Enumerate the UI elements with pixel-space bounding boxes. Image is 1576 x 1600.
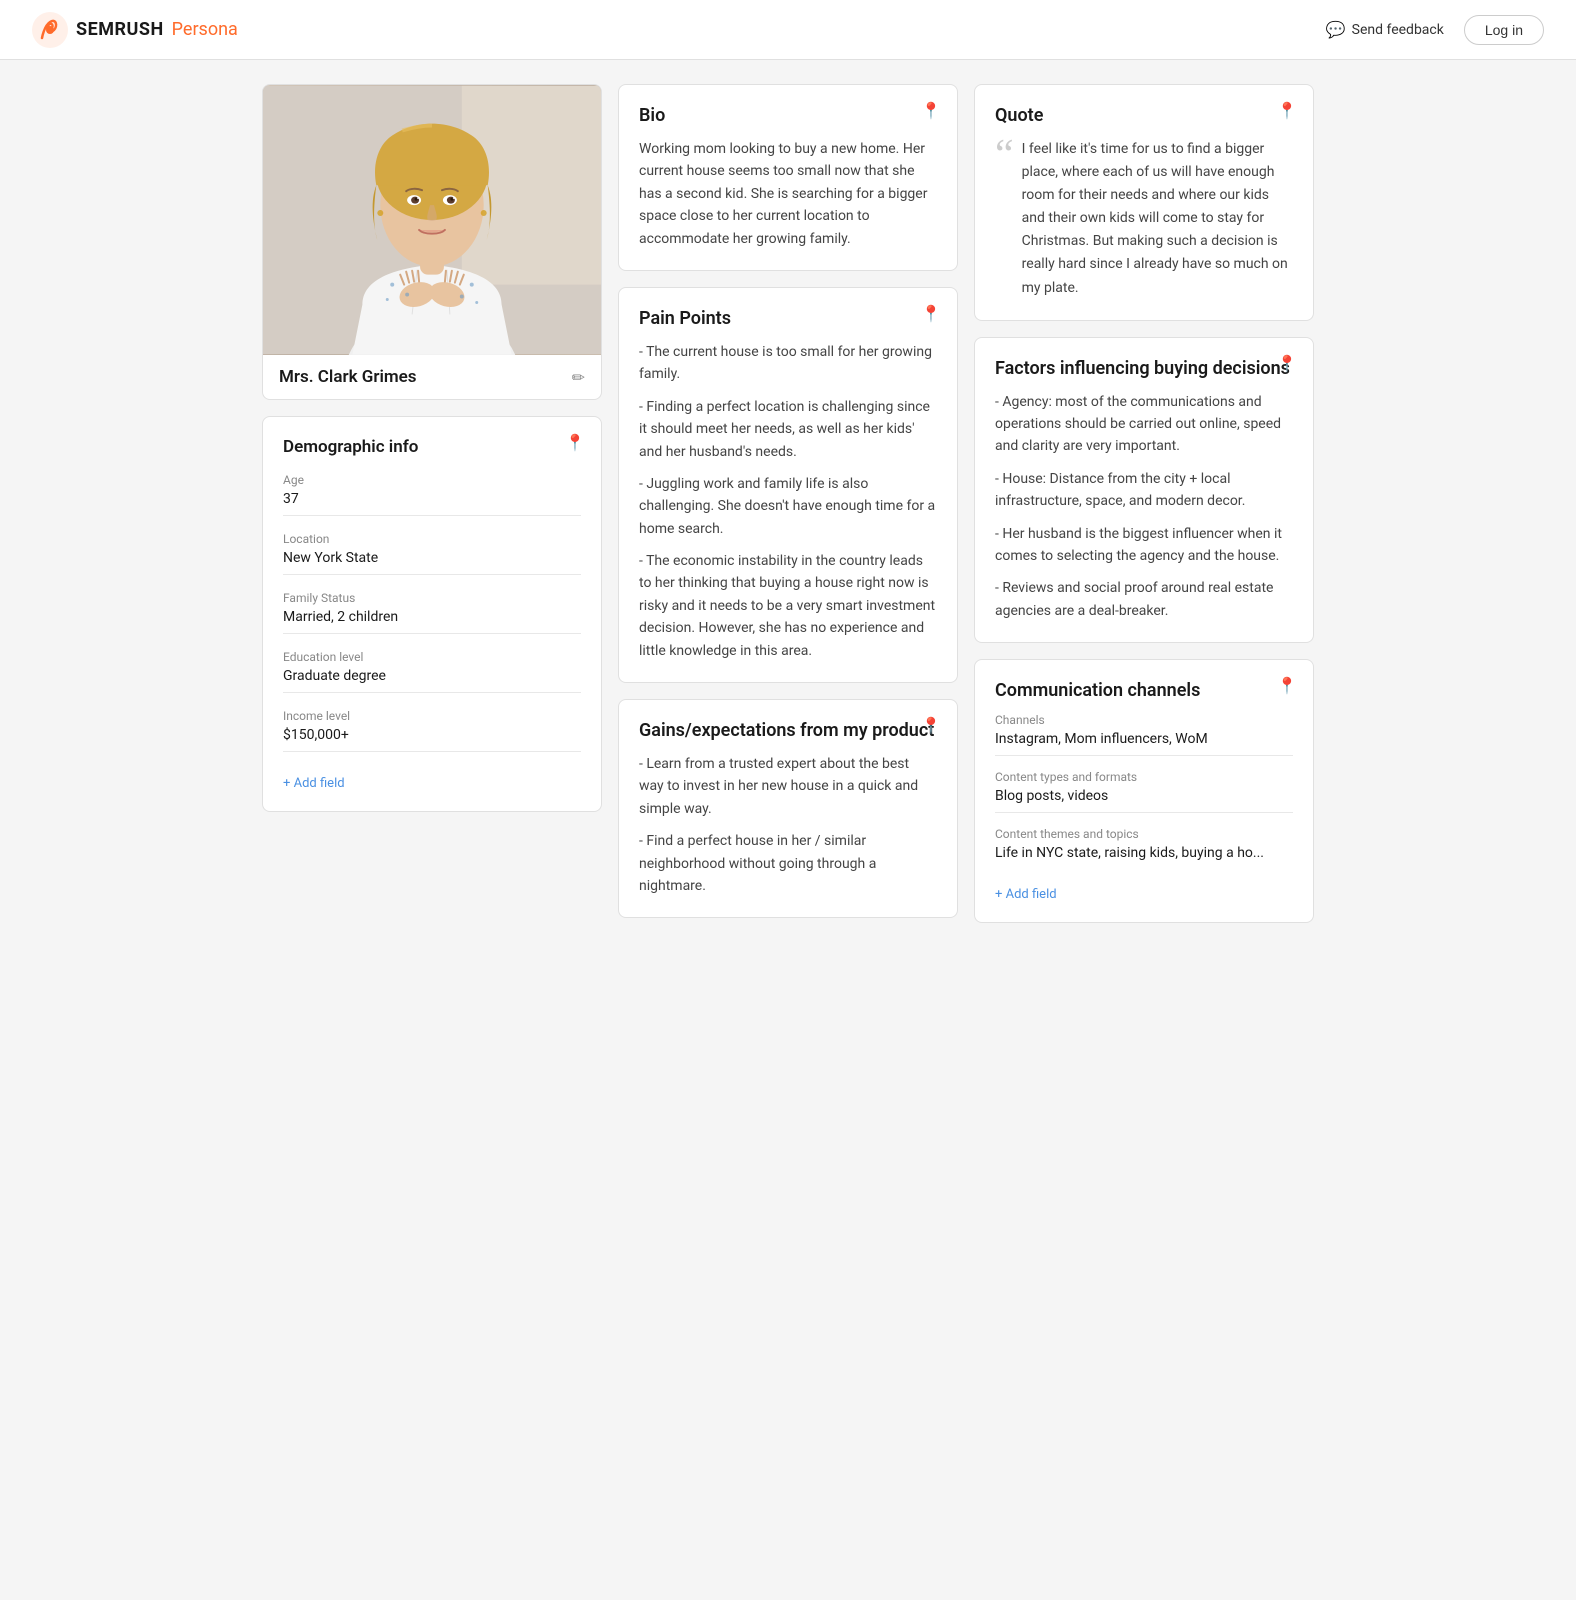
quote-card: 📍 Quote “ I feel like it's time for us t… bbox=[974, 84, 1314, 321]
logo-brand: SEMRUSH bbox=[76, 19, 164, 40]
demo-field-income: Income level $150,000+ bbox=[283, 709, 581, 752]
pin-icon[interactable]: 📍 bbox=[565, 433, 585, 452]
factors-card: 📍 Factors influencing buying decisions -… bbox=[974, 337, 1314, 644]
left-column: Mrs. Clark Grimes ✏ 📍 Demographic info A… bbox=[262, 84, 602, 923]
gains-item-2: - Find a perfect house in her / similar … bbox=[639, 830, 937, 897]
right-column: 📍 Quote “ I feel like it's time for us t… bbox=[974, 84, 1314, 923]
demo-field-family: Family Status Married, 2 children bbox=[283, 591, 581, 634]
demographic-card: 📍 Demographic info Age 37 Location New Y… bbox=[262, 416, 602, 812]
channel-label-themes: Content themes and topics bbox=[995, 827, 1293, 841]
demo-value-location: New York State bbox=[283, 550, 581, 575]
bio-body: Working mom looking to buy a new home. H… bbox=[639, 138, 937, 250]
pain-item-2: - Finding a perfect location is challeng… bbox=[639, 396, 937, 463]
demo-value-family: Married, 2 children bbox=[283, 609, 581, 634]
add-channel-field-button[interactable]: + Add field bbox=[995, 887, 1057, 902]
demographic-title: Demographic info bbox=[283, 437, 581, 457]
send-feedback-link[interactable]: 💬 Send feedback bbox=[1326, 20, 1444, 39]
gains-card: 📍 Gains/expectations from my product - L… bbox=[618, 699, 958, 918]
channels-pin-icon[interactable]: 📍 bbox=[1277, 676, 1297, 695]
demo-label-age: Age bbox=[283, 473, 581, 487]
profile-name: Mrs. Clark Grimes bbox=[279, 367, 417, 387]
channel-field-content-types: Content types and formats Blog posts, vi… bbox=[995, 770, 1293, 813]
bio-card: 📍 Bio Working mom looking to buy a new h… bbox=[618, 84, 958, 271]
gains-pin-icon[interactable]: 📍 bbox=[921, 716, 941, 735]
middle-column: 📍 Bio Working mom looking to buy a new h… bbox=[618, 84, 958, 923]
profile-card: Mrs. Clark Grimes ✏ bbox=[262, 84, 602, 400]
factor-item-2: - House: Distance from the city + local … bbox=[995, 468, 1293, 513]
demo-field-education: Education level Graduate degree bbox=[283, 650, 581, 693]
factor-item-4: - Reviews and social proof around real e… bbox=[995, 577, 1293, 622]
pain-points-card: 📍 Pain Points - The current house is too… bbox=[618, 287, 958, 683]
pain-points-body: - The current house is too small for her… bbox=[639, 341, 937, 662]
send-feedback-label: Send feedback bbox=[1352, 22, 1444, 38]
gains-item-1: - Learn from a trusted expert about the … bbox=[639, 753, 937, 820]
demo-field-age: Age 37 bbox=[283, 473, 581, 516]
pain-item-1: - The current house is too small for her… bbox=[639, 341, 937, 386]
bio-title: Bio bbox=[639, 105, 937, 126]
channel-label-content-types: Content types and formats bbox=[995, 770, 1293, 784]
channel-field-themes: Content themes and topics Life in NYC st… bbox=[995, 827, 1293, 861]
login-button[interactable]: Log in bbox=[1464, 15, 1544, 45]
factors-title: Factors influencing buying decisions bbox=[995, 358, 1293, 379]
factor-item-3: - Her husband is the biggest influencer … bbox=[995, 523, 1293, 568]
demo-value-age: 37 bbox=[283, 491, 581, 516]
profile-name-row: Mrs. Clark Grimes ✏ bbox=[263, 355, 601, 399]
pain-points-title: Pain Points bbox=[639, 308, 937, 329]
edit-icon[interactable]: ✏ bbox=[572, 368, 585, 387]
quote-pin-icon[interactable]: 📍 bbox=[1277, 101, 1297, 120]
quote-title: Quote bbox=[995, 105, 1293, 126]
pain-item-3: - Juggling work and family life is also … bbox=[639, 473, 937, 540]
pain-item-4: - The economic instability in the countr… bbox=[639, 550, 937, 662]
channel-value-content-types: Blog posts, videos bbox=[995, 788, 1293, 813]
quote-body: I feel like it's time for us to find a b… bbox=[1022, 138, 1293, 300]
demo-value-education: Graduate degree bbox=[283, 668, 581, 693]
demo-label-family: Family Status bbox=[283, 591, 581, 605]
add-demographic-field-button[interactable]: + Add field bbox=[283, 776, 345, 791]
demo-field-location: Location New York State bbox=[283, 532, 581, 575]
profile-image bbox=[263, 85, 601, 355]
gains-body: - Learn from a trusted expert about the … bbox=[639, 753, 937, 897]
factors-body: - Agency: most of the communications and… bbox=[995, 391, 1293, 623]
demo-label-income: Income level bbox=[283, 709, 581, 723]
header-right: 💬 Send feedback Log in bbox=[1326, 15, 1544, 45]
channel-value-channels: Instagram, Mom influencers, WoM bbox=[995, 731, 1293, 756]
demo-label-education: Education level bbox=[283, 650, 581, 664]
factors-pin-icon[interactable]: 📍 bbox=[1277, 354, 1297, 373]
factor-item-1: - Agency: most of the communications and… bbox=[995, 391, 1293, 458]
bio-pin-icon[interactable]: 📍 bbox=[921, 101, 941, 120]
demo-label-location: Location bbox=[283, 532, 581, 546]
channel-field-channels: Channels Instagram, Mom influencers, WoM bbox=[995, 713, 1293, 756]
channels-card: 📍 Communication channels Channels Instag… bbox=[974, 659, 1314, 923]
header: SEMRUSH Persona 💬 Send feedback Log in bbox=[0, 0, 1576, 60]
feedback-bubble-icon: 💬 bbox=[1326, 20, 1346, 39]
gains-title: Gains/expectations from my product bbox=[639, 720, 937, 741]
main-content: Mrs. Clark Grimes ✏ 📍 Demographic info A… bbox=[238, 60, 1338, 947]
semrush-logo-icon bbox=[32, 12, 68, 48]
channels-title: Communication channels bbox=[995, 680, 1293, 701]
logo-product: Persona bbox=[172, 19, 238, 40]
channel-value-themes: Life in NYC state, raising kids, buying … bbox=[995, 845, 1293, 861]
pain-pin-icon[interactable]: 📍 bbox=[921, 304, 941, 323]
quote-mark: “ bbox=[995, 134, 1014, 176]
channel-label-channels: Channels bbox=[995, 713, 1293, 727]
demo-value-income: $150,000+ bbox=[283, 727, 581, 752]
logo-area: SEMRUSH Persona bbox=[32, 12, 238, 48]
